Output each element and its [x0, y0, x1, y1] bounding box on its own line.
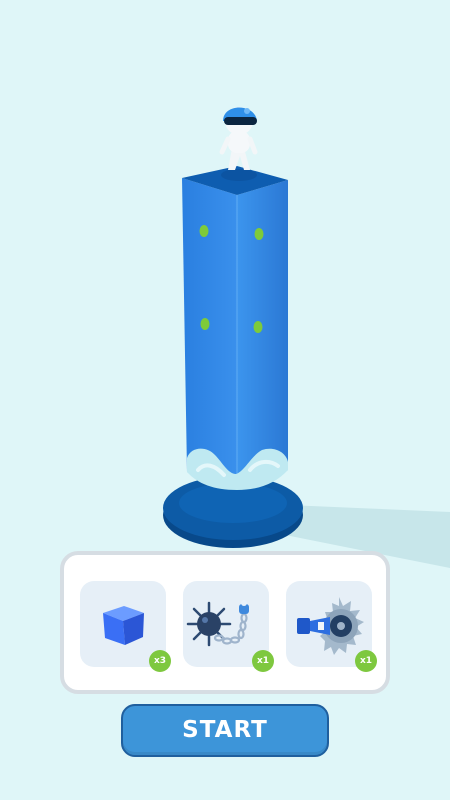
item-count-badge: x3 — [149, 650, 171, 672]
start-button[interactable]: START — [121, 704, 329, 757]
inventory-slot-cube[interactable]: x3 — [80, 581, 171, 672]
item-count-badge: x1 — [355, 650, 377, 672]
item-count-badge: x1 — [252, 650, 274, 672]
inventory-panel: x3 x1 x1 — [60, 551, 390, 694]
inventory-slot-saw-blade[interactable]: x1 — [286, 581, 377, 672]
inventory-slot-spiked-flail[interactable]: x1 — [183, 581, 274, 672]
pillar — [182, 166, 288, 487]
